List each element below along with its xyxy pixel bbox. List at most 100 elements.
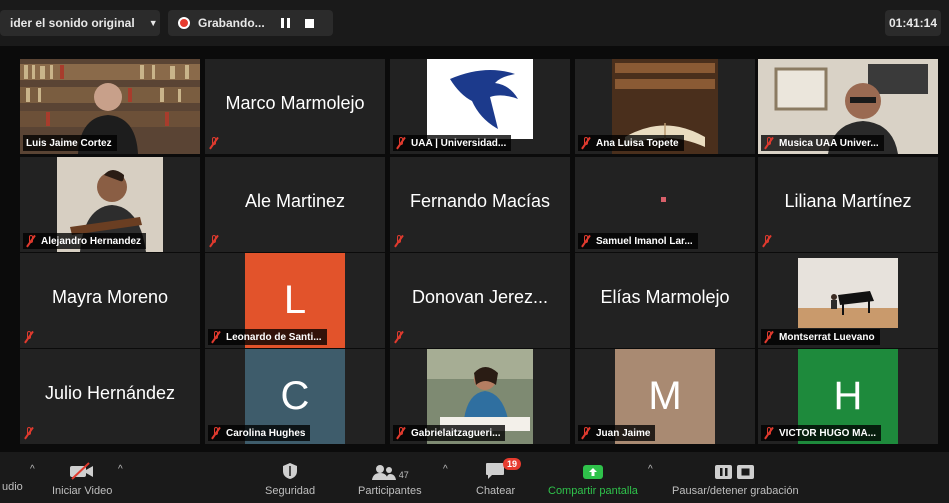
top-bar: ider el sonido original ▼ Grabando... 01… [0, 0, 949, 46]
participant-tile[interactable]: UAA | Universidad... [390, 59, 570, 154]
audio-options-chevron-icon[interactable]: ^ [30, 464, 35, 475]
chat-label: Chatear [476, 485, 516, 497]
participant-name: Musica UAA Univer... [779, 137, 879, 149]
participant-tile[interactable]: Samuel Imanol Lar... [575, 157, 755, 252]
participants-count: 47 [398, 470, 409, 480]
participant-name-label: Ana Luisa Topete [578, 135, 684, 151]
chat-unread-badge: 19 [503, 458, 522, 470]
meeting-timer: 01:41:14 [885, 10, 941, 36]
mic-muted-icon [26, 235, 36, 247]
participant-name: Donovan Jerez... [411, 287, 549, 307]
start-video-button[interactable]: Iniciar Video [52, 458, 112, 497]
mic-muted-icon [581, 137, 591, 149]
mic-muted-icon [764, 137, 774, 149]
chevron-down-icon[interactable]: ▼ [149, 18, 158, 28]
mic-muted-icon [396, 137, 406, 149]
mic-muted-icon [394, 235, 404, 247]
participant-tile[interactable]: Mayra Moreno [20, 253, 200, 348]
participant-name-label: Juan Jaime [578, 425, 656, 441]
participant-name: Marco Marmolejo [225, 93, 365, 113]
participant-tile[interactable]: C Carolina Hughes [205, 349, 385, 444]
participant-tile[interactable]: Liliana Martínez [758, 157, 938, 252]
security-button[interactable]: Seguridad [265, 458, 315, 497]
participant-tile[interactable]: M Juan Jaime [575, 349, 755, 444]
participant-tile[interactable]: Donovan Jerez... [390, 253, 570, 348]
pause-stop-recording-button[interactable]: Pausar/detener grabación [672, 458, 799, 497]
participant-name-label: Alejandro Hernandez [23, 233, 147, 249]
audio-button[interactable]: udio [2, 481, 23, 493]
avatar-letter: L [283, 278, 307, 322]
recording-indicator: Grabando... [168, 10, 333, 36]
avatar-letter: M [648, 374, 682, 418]
participant-name: Samuel Imanol Lar... [596, 235, 693, 247]
mic-muted-icon [211, 427, 221, 439]
participant-name: Mayra Moreno [51, 287, 169, 307]
recording-label: Grabando... [198, 16, 265, 30]
video-placeholder-dot [661, 197, 666, 202]
participant-name: Julio Hernández [44, 383, 176, 403]
participant-name: VICTOR HUGO MA... [779, 427, 877, 439]
participant-tile[interactable]: Gabrielaitzagueri... [390, 349, 570, 444]
participant-name-label: Carolina Hughes [208, 425, 311, 441]
participant-tile[interactable]: Fernando Macías [390, 157, 570, 252]
participant-tile[interactable]: Julio Hernández [20, 349, 200, 444]
participant-tile[interactable]: Musica UAA Univer... [758, 59, 938, 154]
participant-tile[interactable]: L Leonardo de Santi... [205, 253, 385, 348]
start-video-label: Iniciar Video [52, 485, 113, 497]
participant-name: UAA | Universidad... [411, 137, 507, 149]
mic-muted-icon [209, 235, 219, 247]
participant-name: Ana Luisa Topete [596, 137, 679, 149]
participant-name-label: Luis Jaime Cortez [23, 135, 117, 151]
participants-icon: 47 [371, 458, 409, 480]
video-off-icon [69, 458, 95, 480]
video-grid: Luis Jaime Cortez Marco Marmolejo UAA | … [0, 56, 949, 444]
participant-name-label: VICTOR HUGO MA... [761, 425, 882, 441]
mic-muted-icon [762, 235, 772, 247]
participant-name-label: Leonardo de Santi... [208, 329, 327, 345]
participant-tile[interactable]: Montserrat Luevano [758, 253, 938, 348]
security-label: Seguridad [265, 485, 316, 497]
participants-button[interactable]: 47 Participantes [358, 458, 422, 497]
pause-recording-label: Pausar/detener grabación [672, 485, 799, 497]
participant-name-label: Samuel Imanol Lar... [578, 233, 698, 249]
share-screen-label: Compartir pantalla [548, 485, 638, 497]
participant-name: Juan Jaime [596, 427, 651, 439]
participant-tile[interactable]: Marco Marmolejo [205, 59, 385, 154]
mic-muted-icon [581, 427, 591, 439]
participant-name: Luis Jaime Cortez [26, 137, 112, 149]
video-options-chevron-icon[interactable]: ^ [118, 464, 123, 475]
participants-options-chevron-icon[interactable]: ^ [443, 464, 448, 475]
pause-recording-icon[interactable] [280, 18, 291, 28]
record-icon [178, 17, 190, 29]
participant-name: Ale Martinez [244, 191, 346, 211]
participant-name-label: UAA | Universidad... [393, 135, 512, 151]
pause-stop-icon [714, 458, 756, 480]
participant-name-label: Montserrat Luevano [761, 329, 880, 345]
participant-tile[interactable]: H VICTOR HUGO MA... [758, 349, 938, 444]
participant-tile[interactable]: Ale Martinez [205, 157, 385, 252]
stop-recording-icon[interactable] [304, 18, 314, 28]
participant-name: Montserrat Luevano [779, 331, 875, 343]
mic-muted-icon [764, 427, 774, 439]
mic-muted-icon [24, 427, 34, 439]
participant-name: Alejandro Hernandez [41, 235, 142, 247]
meeting-toolbar: ^ udio Iniciar Video ^ Seguridad 47 Part… [0, 452, 949, 503]
share-options-chevron-icon[interactable]: ^ [648, 464, 653, 475]
avatar-letter: C [280, 374, 310, 418]
mic-muted-icon [211, 331, 221, 343]
participant-name: Liliana Martínez [784, 191, 912, 211]
participants-label: Participantes [358, 485, 422, 497]
participant-name-label: Gabrielaitzagueri... [393, 425, 506, 441]
audio-label: udio [2, 481, 23, 493]
participant-tile[interactable]: Ana Luisa Topete [575, 59, 755, 154]
participant-name: Fernando Macías [409, 191, 551, 211]
participant-name-label: Musica UAA Univer... [761, 135, 884, 151]
original-sound-label: ider el sonido original [10, 16, 135, 30]
original-sound-button[interactable]: ider el sonido original ▼ [0, 10, 160, 36]
participant-tile[interactable]: Luis Jaime Cortez [20, 59, 200, 154]
share-screen-icon [582, 458, 604, 480]
participant-tile[interactable]: Alejandro Hernandez [20, 157, 200, 252]
participant-tile[interactable]: Elías Marmolejo [575, 253, 755, 348]
participant-name: Elías Marmolejo [600, 287, 730, 307]
share-screen-button[interactable]: Compartir pantalla [548, 458, 638, 497]
